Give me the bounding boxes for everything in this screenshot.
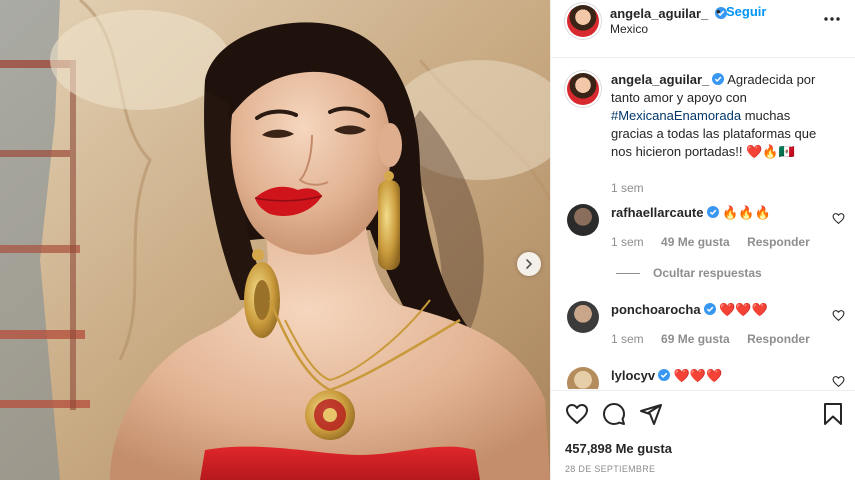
earring-right bbox=[378, 171, 400, 270]
verified-badge-icon bbox=[712, 73, 725, 85]
replies-line bbox=[616, 272, 640, 274]
next-photo-button[interactable] bbox=[517, 252, 541, 276]
header-username[interactable]: angela_aguilar_ bbox=[610, 6, 708, 21]
post-photo bbox=[0, 0, 550, 480]
comment-time[interactable]: 1 sem bbox=[611, 332, 644, 346]
portrait-image bbox=[0, 0, 550, 480]
comment-text: 🔥🔥🔥 bbox=[722, 205, 771, 220]
share-icon[interactable] bbox=[639, 402, 663, 426]
post-header: angela_aguilar_ • Seguir Mexico bbox=[551, 0, 855, 58]
avatar[interactable] bbox=[567, 204, 599, 236]
comment-text: ❤️❤️❤️ bbox=[673, 368, 723, 383]
comment-username[interactable]: ponchoarocha bbox=[611, 302, 701, 317]
follow-button[interactable]: Seguir bbox=[726, 4, 766, 19]
comment-username[interactable]: lylocyv bbox=[611, 368, 655, 383]
avatar[interactable] bbox=[567, 301, 599, 333]
like-comment-heart-icon[interactable] bbox=[832, 309, 845, 322]
comment-text: ❤️❤️❤️ bbox=[719, 302, 768, 317]
comment-icon[interactable] bbox=[602, 402, 626, 426]
reply-button[interactable]: Responder bbox=[747, 235, 810, 249]
post-actions: 457,898 Me gusta 28 DE SEPTIEMBRE bbox=[551, 390, 855, 480]
caption-time[interactable]: 1 sem bbox=[611, 181, 644, 195]
more-options-icon[interactable] bbox=[823, 10, 841, 28]
post-details-panel: angela_aguilar_ • Seguir Mexico angela_a… bbox=[550, 0, 855, 480]
bookmark-icon[interactable] bbox=[821, 402, 845, 426]
avatar[interactable] bbox=[567, 73, 599, 105]
verified-badge-icon bbox=[703, 303, 716, 315]
hashtag-link[interactable]: #MexicanaEnamorada bbox=[611, 108, 741, 123]
avatar[interactable] bbox=[567, 5, 599, 37]
reply-button[interactable]: Responder bbox=[747, 332, 810, 346]
caption-username[interactable]: angela_aguilar_ bbox=[611, 72, 709, 87]
location-link[interactable]: Mexico bbox=[610, 22, 648, 36]
chevron-right-icon bbox=[526, 259, 533, 269]
hide-replies-button[interactable]: Ocultar respuestas bbox=[616, 266, 762, 280]
comment-likes[interactable]: 49 Me gusta bbox=[661, 235, 730, 249]
likes-count[interactable]: 457,898 Me gusta bbox=[565, 441, 672, 456]
comment-username[interactable]: rafhaellarcaute bbox=[611, 205, 704, 220]
like-comment-heart-icon[interactable] bbox=[832, 375, 845, 388]
post-date[interactable]: 28 DE SEPTIEMBRE bbox=[565, 464, 655, 474]
comment-time[interactable]: 1 sem bbox=[611, 235, 644, 249]
verified-badge-icon bbox=[658, 369, 671, 381]
comments-list[interactable]: angela_aguilar_ Agradecida por tanto amo… bbox=[551, 59, 855, 389]
comment-likes[interactable]: 69 Me gusta bbox=[661, 332, 730, 346]
heart-icon[interactable] bbox=[565, 402, 589, 426]
verified-badge-icon bbox=[706, 206, 719, 218]
avatar[interactable] bbox=[567, 367, 599, 389]
like-comment-heart-icon[interactable] bbox=[832, 212, 845, 225]
separator-dot: • bbox=[716, 4, 721, 19]
